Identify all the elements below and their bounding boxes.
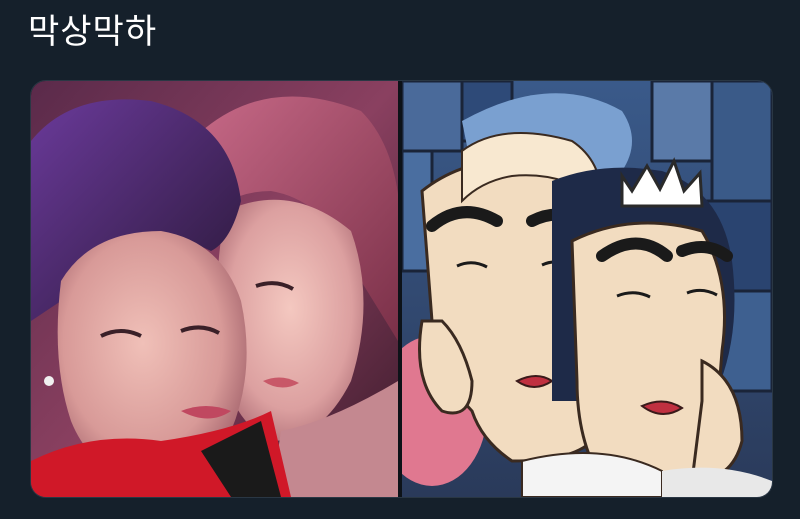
right-photo[interactable] bbox=[402, 81, 772, 497]
right-cartoon-illustration bbox=[402, 81, 772, 497]
media-card[interactable] bbox=[30, 80, 773, 498]
tweet-view: 막상막하 bbox=[0, 0, 800, 519]
left-photo-illustration bbox=[31, 81, 398, 497]
tweet-text: 막상막하 bbox=[28, 12, 158, 52]
left-photo[interactable] bbox=[31, 81, 398, 497]
